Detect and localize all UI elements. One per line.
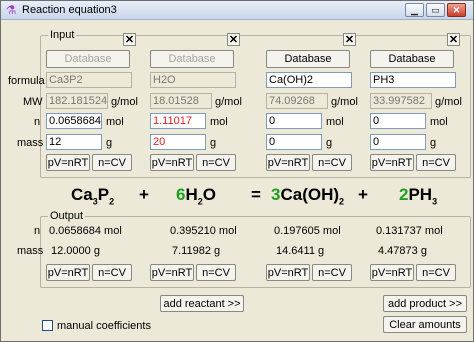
- n-field[interactable]: 0.0658684: [46, 113, 102, 129]
- output-mass-value: 7.11982 g: [172, 245, 221, 257]
- database-button[interactable]: Database: [46, 50, 130, 68]
- output-mass-value: 12.0000 g: [51, 245, 100, 257]
- equation-element: Ca(OH): [280, 185, 340, 204]
- mass-field[interactable]: 0: [266, 134, 322, 150]
- clear-amounts-button[interactable]: Clear amounts: [383, 316, 467, 333]
- n-cv-button[interactable]: n=CV: [196, 154, 236, 171]
- mass-field[interactable]: 20: [150, 134, 206, 150]
- row-label-formula: formula: [8, 75, 45, 87]
- output-mass-value: 14.6411 g: [276, 245, 325, 257]
- flask-icon: ⚗: [5, 3, 17, 17]
- mass-field[interactable]: 12: [46, 134, 102, 150]
- output-pv-nrt-button[interactable]: pV=nRT: [150, 264, 194, 281]
- output-n-value: 0.0658684 mol: [49, 225, 122, 237]
- output-pv-nrt-button[interactable]: pV=nRT: [370, 264, 414, 281]
- output-n-cv-button[interactable]: n=CV: [196, 264, 236, 281]
- mass-unit: g: [326, 137, 333, 149]
- equation-element: H: [185, 185, 198, 204]
- output-n-cv-button[interactable]: n=CV: [312, 264, 352, 281]
- equation-element: Ca: [71, 185, 93, 204]
- equals-sign: =: [251, 185, 261, 204]
- remove-species-button[interactable]: ✕: [123, 33, 136, 46]
- maximize-button[interactable]: ▭: [426, 3, 445, 17]
- n-field[interactable]: 0: [266, 113, 322, 129]
- equation-term: 2PH3: [399, 185, 437, 206]
- title-bar[interactable]: ⚗ Reaction equation3 ▁ ▭ ✕: [1, 1, 473, 20]
- row-label-mass: mass: [17, 137, 44, 149]
- n-cv-button[interactable]: n=CV: [92, 154, 132, 171]
- manual-coefficients-checkbox[interactable]: [42, 320, 53, 331]
- formula-field[interactable]: PH3: [370, 72, 456, 88]
- output-label-mass: mass: [17, 245, 44, 257]
- mw-field: 18.01528: [150, 93, 212, 109]
- database-button[interactable]: Database: [370, 50, 454, 68]
- manual-coefficients-label: manual coefficients: [57, 320, 151, 332]
- plus-sign: +: [358, 185, 368, 204]
- mw-unit: g/mol: [215, 96, 242, 108]
- equation-subscript: 2: [109, 196, 115, 207]
- add-product-button[interactable]: add product >>: [383, 295, 467, 312]
- output-n-cv-button[interactable]: n=CV: [416, 264, 456, 281]
- reaction-equation-window: ⚗ Reaction equation3 ▁ ▭ ✕ Input formula…: [0, 0, 474, 342]
- mw-unit: g/mol: [111, 96, 138, 108]
- equation-subscript: 3: [432, 196, 438, 207]
- formula-field[interactable]: H2O: [150, 72, 236, 88]
- remove-species-button[interactable]: ✕: [227, 33, 240, 46]
- add-reactant-button[interactable]: add reactant >>: [160, 295, 244, 312]
- remove-species-button[interactable]: ✕: [343, 33, 356, 46]
- n-unit: mol: [106, 116, 124, 128]
- equation-term: 6H2O: [176, 185, 216, 206]
- mw-field: 182.181524: [46, 93, 108, 109]
- input-group-label: Input: [48, 29, 77, 41]
- output-label-n: n: [34, 225, 41, 237]
- output-n-value: 0.131737 mol: [376, 225, 443, 237]
- mass-unit: g: [210, 137, 217, 149]
- minimize-button[interactable]: ▁: [405, 3, 424, 17]
- remove-species-button[interactable]: ✕: [447, 33, 460, 46]
- mass-unit: g: [430, 137, 437, 149]
- mass-unit: g: [106, 137, 113, 149]
- mw-field: 74.09268: [266, 93, 328, 109]
- n-unit: mol: [326, 116, 344, 128]
- output-mass-value: 4.47873 g: [378, 245, 427, 257]
- equation-element: P: [97, 185, 110, 204]
- equation-element: O: [202, 185, 216, 204]
- n-unit: mol: [210, 116, 228, 128]
- pv-nrt-button[interactable]: pV=nRT: [150, 154, 194, 171]
- n-cv-button[interactable]: n=CV: [312, 154, 352, 171]
- mw-unit: g/mol: [435, 96, 462, 108]
- mw-unit: g/mol: [331, 96, 358, 108]
- formula-field[interactable]: Ca3P2: [46, 72, 132, 88]
- equation-element: PH: [408, 185, 433, 204]
- output-group-label: Output: [48, 210, 86, 222]
- n-cv-button[interactable]: n=CV: [416, 154, 456, 171]
- output-pv-nrt-button[interactable]: pV=nRT: [46, 264, 90, 281]
- formula-field[interactable]: Ca(OH)2: [266, 72, 352, 88]
- equation-term: Ca3P2: [71, 185, 114, 206]
- database-button[interactable]: Database: [150, 50, 234, 68]
- output-pv-nrt-button[interactable]: pV=nRT: [266, 264, 310, 281]
- output-n-value: 0.197605 mol: [274, 225, 341, 237]
- row-label-mw: MW: [23, 96, 43, 108]
- window-title: Reaction equation3: [22, 4, 117, 16]
- row-label-n: n: [34, 116, 41, 128]
- equation-subscript: 2: [339, 196, 345, 207]
- pv-nrt-button[interactable]: pV=nRT: [266, 154, 310, 171]
- output-n-cv-button[interactable]: n=CV: [92, 264, 132, 281]
- n-unit: mol: [430, 116, 448, 128]
- n-field[interactable]: 0: [370, 113, 426, 129]
- output-n-value: 0.395210 mol: [170, 225, 237, 237]
- plus-sign: +: [139, 185, 149, 204]
- pv-nrt-button[interactable]: pV=nRT: [46, 154, 90, 171]
- pv-nrt-button[interactable]: pV=nRT: [370, 154, 414, 171]
- mass-field[interactable]: 0: [370, 134, 426, 150]
- close-window-button[interactable]: ✕: [447, 3, 466, 17]
- database-button[interactable]: Database: [266, 50, 350, 68]
- mw-field: 33.997582: [370, 93, 432, 109]
- equation-term: 3Ca(OH)2: [271, 185, 344, 206]
- n-field[interactable]: 1.11017: [150, 113, 206, 129]
